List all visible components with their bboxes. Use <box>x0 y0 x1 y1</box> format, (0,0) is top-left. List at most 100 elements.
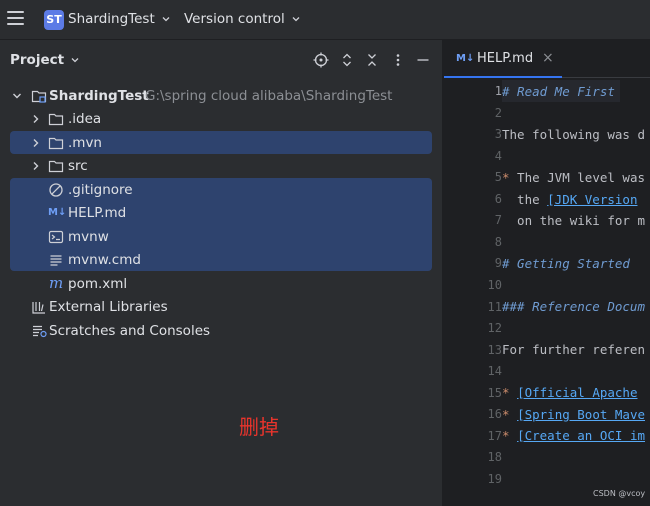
project-badge[interactable]: ST <box>44 10 64 30</box>
scratches-icon <box>33 325 47 338</box>
tree-item-pom-xml[interactable]: m pom.xml <box>0 273 442 295</box>
tree-item-label: HELP.md <box>68 205 127 221</box>
delete-annotation: 删掉 <box>239 415 279 439</box>
tree-item-mvn[interactable]: .mvn <box>0 132 442 154</box>
line-number: 13 <box>487 342 502 357</box>
tree-root-sharding-test[interactable]: ShardingTest G:\spring cloud alibaba\Sha… <box>0 85 442 107</box>
code-line-6: the [JDK Version <box>502 192 638 207</box>
line-number: 5 <box>494 170 502 185</box>
line-number: 11 <box>487 299 502 314</box>
tree-item-mvnw-cmd[interactable]: mvnw.cmd <box>0 249 442 271</box>
tree-item-mvnw[interactable]: mvnw <box>0 226 442 248</box>
line-number: 3 <box>494 127 502 142</box>
tree-item-idea[interactable]: .idea <box>0 108 442 130</box>
project-panel-title: Project <box>10 52 65 68</box>
code-line-1: # Read Me First <box>502 84 615 99</box>
tree-item-scratches-and-consoles[interactable]: Scratches and Consoles <box>0 320 442 342</box>
line-number: 19 <box>487 471 502 486</box>
folder-icon <box>48 113 64 126</box>
editor-tab-bar: M↓ HELP.md × <box>444 40 650 78</box>
collapse-all-icon[interactable] <box>364 52 380 68</box>
line-number: 4 <box>494 148 502 163</box>
module-folder-icon <box>31 90 47 103</box>
code-content[interactable]: # Read Me First The following was d * Th… <box>502 80 650 506</box>
maven-icon: m <box>49 274 64 292</box>
code-line-16: * [Spring Boot Mave <box>502 407 645 422</box>
line-number: 14 <box>487 364 502 379</box>
chevron-right-icon[interactable] <box>30 160 42 172</box>
tree-item-label: External Libraries <box>49 299 168 315</box>
line-number: 10 <box>487 277 502 292</box>
tree-item-label: mvnw <box>68 229 109 245</box>
expand-all-icon[interactable] <box>339 52 355 68</box>
line-number: 12 <box>487 321 502 336</box>
close-icon[interactable]: × <box>542 50 554 66</box>
version-control-label: Version control <box>184 11 285 27</box>
chevron-right-icon[interactable] <box>30 113 42 125</box>
project-view-selector[interactable]: Project <box>10 52 80 68</box>
tree-item-label: .mvn <box>68 135 102 151</box>
project-selector[interactable]: ShardingTest <box>68 11 171 27</box>
code-link[interactable]: [JDK Version <box>547 192 637 207</box>
code-line-5: * The JVM level was <box>502 170 645 185</box>
line-number: 17 <box>487 428 502 443</box>
main-menu-icon[interactable] <box>7 11 24 28</box>
folder-icon <box>48 137 64 150</box>
locate-file-icon[interactable] <box>313 52 329 68</box>
tree-item-help-md[interactable]: M↓ HELP.md <box>0 202 442 224</box>
code-line-13: For further referen <box>502 342 645 357</box>
library-icon <box>32 302 45 314</box>
tree-item-label: src <box>68 158 88 174</box>
chevron-down-icon <box>71 58 79 63</box>
line-number: 7 <box>494 213 502 228</box>
code-line-9: # Getting Started <box>502 256 630 271</box>
line-number: 16 <box>487 407 502 422</box>
line-number: 9 <box>494 256 502 271</box>
project-name: ShardingTest <box>68 11 155 27</box>
project-tool-window: Project ShardingTest G:\spring cloud ali… <box>0 40 442 506</box>
code-line-15: * [Official Apache <box>502 385 638 400</box>
line-number-gutter[interactable]: 1 2 3 4 5 6 7 8 9 10 11 12 13 14 15 16 17 18 19 <box>444 80 502 506</box>
tree-item-external-libraries[interactable]: External Libraries <box>0 296 442 318</box>
line-number: 18 <box>487 450 502 465</box>
title-bar: ST ShardingTest Version control <box>0 0 650 40</box>
markdown-file-icon: M↓ <box>48 207 67 218</box>
chevron-down-icon <box>292 17 300 22</box>
code-line-3: The following was d <box>502 127 645 142</box>
tree-item-label: Scratches and Consoles <box>49 323 211 339</box>
chevron-down-icon <box>162 17 170 22</box>
tree-item-gitignore[interactable]: .gitignore <box>0 179 442 201</box>
root-project-name: ShardingTest <box>49 88 149 104</box>
folder-icon <box>48 160 64 173</box>
code-line-17: * [Create an OCI im <box>502 428 645 443</box>
text-file-icon <box>50 255 62 266</box>
markdown-file-icon: M↓ <box>456 53 475 64</box>
project-panel-header: Project <box>0 40 442 80</box>
line-number: 15 <box>487 385 502 400</box>
code-link[interactable]: [Official Apache <box>517 385 637 400</box>
line-number: 1 <box>494 84 502 98</box>
tree-item-label: .gitignore <box>68 182 133 198</box>
tree-item-src[interactable]: src <box>0 155 442 177</box>
ignore-file-icon <box>49 183 63 197</box>
tab-help-md[interactable]: M↓ HELP.md × <box>444 40 562 78</box>
tree-item-label: mvnw.cmd <box>68 252 141 268</box>
watermark: CSDN @vcoy <box>593 489 646 498</box>
tree-item-label: pom.xml <box>68 276 128 292</box>
code-link[interactable]: [Spring Boot Mave <box>517 407 645 422</box>
code-line-7: on the wiki for m <box>502 213 645 228</box>
hide-panel-icon[interactable] <box>415 52 431 68</box>
shell-script-icon <box>48 230 64 244</box>
more-options-icon[interactable] <box>390 52 406 68</box>
code-line-11: ### Reference Docum <box>502 299 645 314</box>
chevron-right-icon[interactable] <box>30 137 42 149</box>
chevron-down-icon[interactable] <box>11 90 23 102</box>
line-number: 8 <box>494 234 502 249</box>
version-control-menu[interactable]: Version control <box>184 11 301 27</box>
editor-area: M↓ HELP.md × 1 2 3 4 5 6 7 8 9 10 11 12 13 14 15 16 17 18… <box>444 40 650 506</box>
root-project-path: G:\spring cloud alibaba\ShardingTest <box>145 88 393 104</box>
code-link[interactable]: [Create an OCI im <box>517 428 645 443</box>
line-number: 2 <box>494 105 502 120</box>
tab-label: HELP.md <box>477 51 534 66</box>
line-number: 6 <box>494 191 502 206</box>
